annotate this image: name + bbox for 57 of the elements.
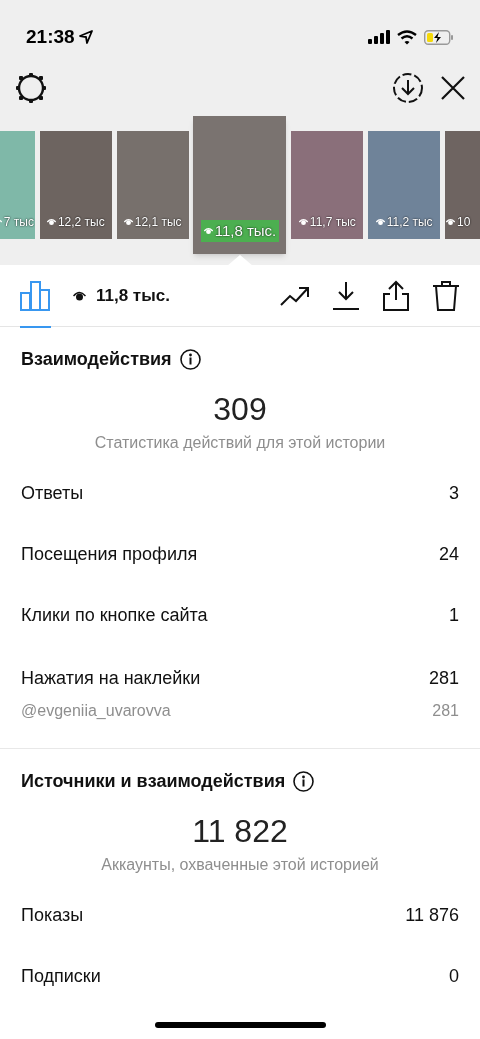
thumbnail-views-count: 12,1 тыс bbox=[134, 214, 182, 231]
row-label: Подписки bbox=[21, 965, 101, 988]
story-thumbnail[interactable]: 11,8 тыс. bbox=[193, 116, 287, 254]
total-count: 11 822 bbox=[191, 812, 289, 851]
row-value: 24 bbox=[438, 543, 459, 566]
thumbnail-views-count: 11,2 тыс bbox=[386, 214, 433, 231]
pointer-caret-icon bbox=[227, 255, 253, 266]
total-caption: Аккаунты, охваченные этой историей bbox=[100, 855, 380, 875]
settings-icon[interactable] bbox=[14, 71, 48, 105]
close-icon[interactable] bbox=[440, 75, 466, 101]
thumbnail-views-count: 7 тыс bbox=[3, 214, 34, 231]
thumbnail-views-count: 10 bbox=[456, 214, 471, 231]
section-title: Взаимодействия bbox=[21, 347, 172, 371]
thumbnail-views-count: 12,2 тыс bbox=[57, 214, 105, 231]
trend-arrow-icon[interactable] bbox=[280, 284, 310, 307]
info-icon[interactable] bbox=[293, 770, 315, 792]
eye-icon bbox=[73, 290, 86, 301]
info-icon[interactable] bbox=[179, 348, 201, 370]
row-label: Нажатия на наклейки bbox=[21, 667, 201, 690]
battery-charging-icon bbox=[424, 29, 454, 45]
total-caption: Статистика действий для этой истории bbox=[93, 433, 387, 453]
row-label: @evgeniia_uvarovva bbox=[21, 701, 171, 721]
bar-chart-icon bbox=[20, 280, 51, 311]
total-count: 309 bbox=[212, 390, 268, 429]
eye-icon bbox=[46, 218, 56, 226]
row-label: Ответы bbox=[21, 482, 84, 505]
row-value: 281 bbox=[432, 701, 459, 721]
row-value: 3 bbox=[449, 482, 459, 505]
thumbnail-views-count: 11,7 тыс bbox=[309, 214, 356, 231]
clock-time: 21:38 bbox=[26, 24, 75, 49]
eye-icon bbox=[203, 226, 213, 235]
story-thumbnail[interactable]: 12,2 тыс bbox=[39, 131, 112, 239]
signal-icon bbox=[368, 30, 390, 44]
eye-icon bbox=[445, 218, 455, 226]
views-count: 11,8 тыс. bbox=[96, 284, 170, 307]
row-value: 1 bbox=[449, 604, 459, 627]
row-label: Показы bbox=[21, 904, 84, 927]
eye-icon bbox=[298, 218, 308, 226]
eye-icon bbox=[123, 218, 133, 226]
story-thumbnail[interactable]: 10 bbox=[444, 131, 480, 239]
row-label: Посещения профиля bbox=[21, 543, 198, 566]
share-icon[interactable] bbox=[382, 279, 410, 312]
download-icon[interactable] bbox=[332, 280, 360, 311]
section-title: Источники и взаимодействия bbox=[21, 769, 286, 793]
download-circle-icon[interactable] bbox=[392, 72, 424, 104]
wifi-icon bbox=[397, 29, 417, 45]
location-arrow-icon bbox=[78, 30, 93, 44]
story-thumbnail[interactable]: 12,1 тыс bbox=[116, 131, 189, 239]
eye-icon bbox=[375, 218, 385, 226]
thumbnail-views-count: 11,8 тыс. bbox=[214, 220, 277, 241]
story-thumbnail[interactable]: 11,2 тыс bbox=[368, 131, 441, 239]
trash-icon[interactable] bbox=[432, 279, 460, 312]
story-thumbnail[interactable]: 11,7 тыс bbox=[291, 131, 364, 239]
row-value: 281 bbox=[428, 667, 459, 690]
row-label: Клики по кнопке сайта bbox=[21, 604, 208, 627]
row-value: 0 bbox=[449, 965, 459, 988]
row-value: 11 876 bbox=[405, 904, 459, 927]
